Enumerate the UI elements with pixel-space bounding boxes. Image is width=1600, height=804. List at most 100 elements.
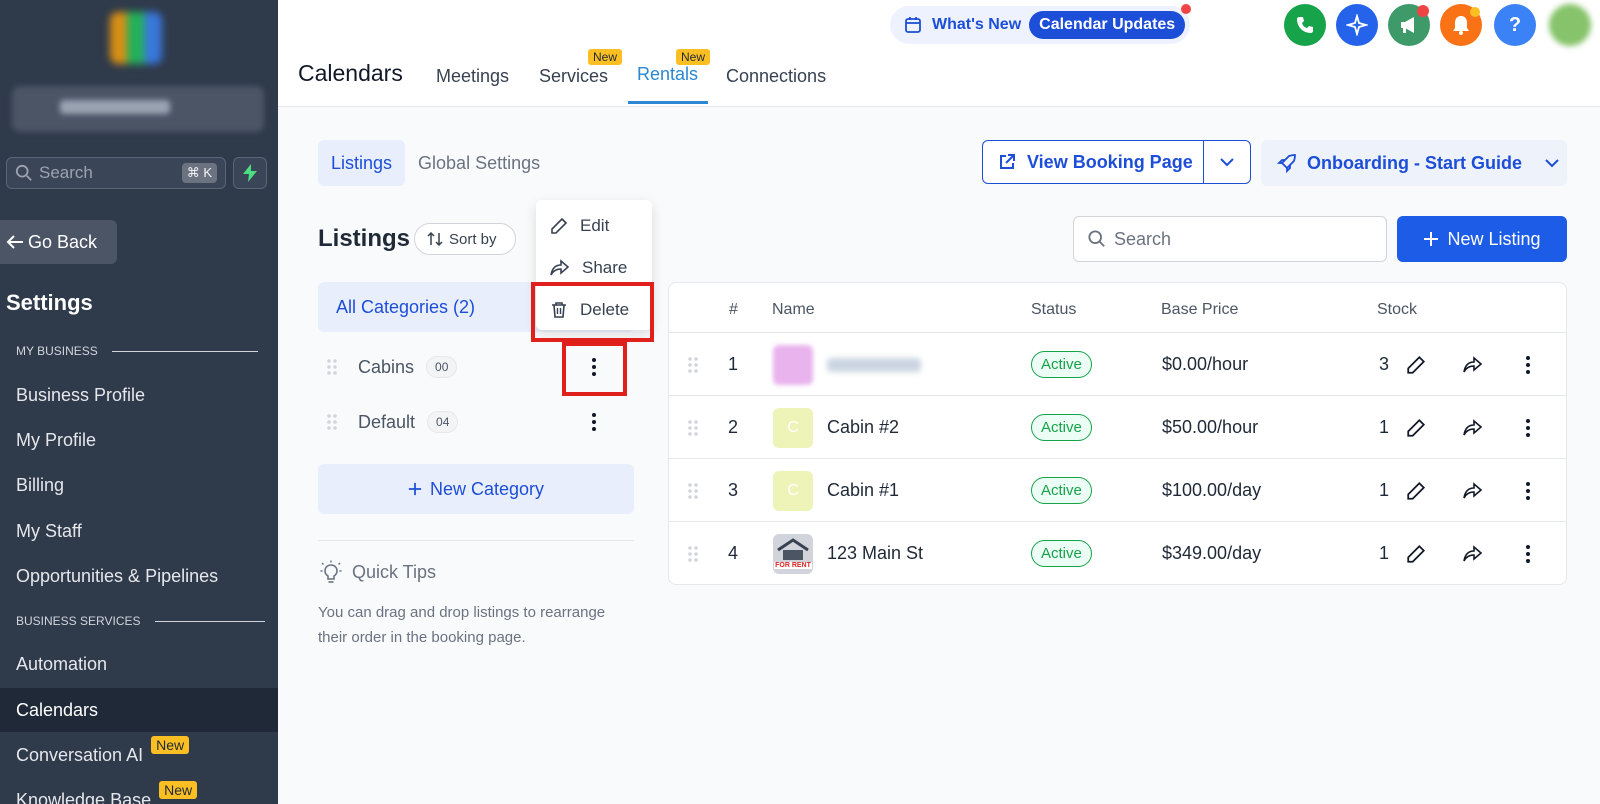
- view-booking-page-button[interactable]: View Booking Page: [982, 140, 1251, 184]
- drag-handle-icon[interactable]: [687, 418, 699, 438]
- listings-heading: Listings: [318, 225, 411, 252]
- stock-value: 1: [1379, 543, 1390, 563]
- new-category-label: New Category: [429, 478, 545, 499]
- new-badge: New: [588, 49, 623, 65]
- drag-handle-icon[interactable]: [326, 357, 338, 377]
- menu-item-share[interactable]: Share: [550, 258, 627, 278]
- account-switcher[interactable]: [12, 86, 264, 132]
- share-button[interactable]: [1463, 333, 1483, 396]
- sidebar-item-conversation-ai[interactable]: Conversation AI New: [0, 733, 278, 777]
- onboarding-guide-button[interactable]: Onboarding - Start Guide: [1261, 140, 1567, 186]
- base-price: $100.00/day: [1162, 480, 1262, 500]
- drag-handle-icon[interactable]: [687, 355, 699, 375]
- row-number: 2: [728, 417, 739, 437]
- quick-tips-heading: Quick Tips: [320, 560, 436, 584]
- row-number: 1: [728, 354, 739, 374]
- table-row[interactable]: 4 FOR RENT 123 Main St Active $349.00/da…: [669, 521, 1566, 584]
- share-icon: [1463, 481, 1483, 498]
- tab-services[interactable]: Services: [539, 66, 608, 87]
- go-back-button[interactable]: Go Back: [0, 220, 117, 264]
- quick-tips-title: Quick Tips: [352, 561, 437, 582]
- sidebar-search[interactable]: Search ⌘ K: [6, 157, 226, 189]
- share-button[interactable]: [1463, 396, 1483, 459]
- help-icon: ?: [1508, 13, 1522, 36]
- drag-handle-icon[interactable]: [687, 544, 699, 564]
- arrow-left-icon: [6, 235, 23, 249]
- category-default-more-button[interactable]: [584, 407, 604, 437]
- for-rent-sign: FOR RENT: [774, 562, 812, 569]
- share-button[interactable]: [1463, 522, 1483, 584]
- sidebar-item-label: Knowledge Base: [16, 789, 152, 804]
- share-button[interactable]: [1463, 459, 1483, 522]
- listings-table: # Name Status Base Price Stock 1 Active …: [668, 282, 1567, 585]
- category-count: 04: [427, 411, 459, 433]
- calendar-updates-pill[interactable]: Calendar Updates: [1029, 11, 1186, 39]
- drag-handle-icon[interactable]: [326, 412, 338, 432]
- row-more-button[interactable]: [1525, 459, 1531, 522]
- row-more-button[interactable]: [1525, 522, 1531, 584]
- stock-value: 1: [1379, 417, 1390, 437]
- sidebar-item-my-profile[interactable]: My Profile: [0, 418, 278, 462]
- tab-connections[interactable]: Connections: [726, 66, 826, 87]
- subtabs: Listings Global Settings: [318, 140, 553, 186]
- column-header-name[interactable]: Name: [772, 301, 815, 319]
- section-business-services: BUSINESS SERVICES: [16, 614, 265, 628]
- sidebar-item-knowledge-base[interactable]: Knowledge Base New: [0, 778, 278, 804]
- new-listing-button[interactable]: New Listing: [1397, 216, 1567, 262]
- more-vertical-icon: [1526, 544, 1530, 563]
- sidebar-item-automation[interactable]: Automation: [0, 642, 278, 686]
- settings-title: Settings: [6, 290, 93, 315]
- sidebar-item-label: Opportunities & Pipelines: [16, 565, 219, 586]
- sidebar-item-billing[interactable]: Billing: [0, 463, 278, 507]
- status-badge: Active: [1031, 540, 1092, 567]
- avatar[interactable]: [1549, 4, 1591, 46]
- table-row[interactable]: 3 C Cabin #1 Active $100.00/day 1: [669, 458, 1566, 522]
- edit-button[interactable]: [1406, 522, 1426, 584]
- bell-icon: [1453, 16, 1469, 35]
- more-vertical-icon: [1526, 481, 1530, 500]
- edit-button[interactable]: [1406, 333, 1426, 396]
- sidebar-item-label: Automation: [16, 653, 108, 674]
- search-shortcut: ⌘ K: [181, 163, 217, 183]
- tab-global-settings[interactable]: Global Settings: [405, 140, 553, 186]
- column-header-status[interactable]: Status: [1031, 301, 1076, 319]
- share-icon: [1463, 544, 1483, 561]
- sidebar-item-opportunities[interactable]: Opportunities & Pipelines: [0, 554, 278, 598]
- listings-search-input[interactable]: Search: [1073, 216, 1387, 262]
- new-badge: New: [676, 49, 711, 65]
- quick-action-button[interactable]: [233, 157, 267, 189]
- row-more-button[interactable]: [1525, 333, 1531, 396]
- sidebar-item-calendars[interactable]: Calendars: [0, 688, 278, 732]
- help-button[interactable]: ?: [1494, 4, 1536, 46]
- sidebar-item-my-staff[interactable]: My Staff: [0, 509, 278, 553]
- sidebar-item-business-profile[interactable]: Business Profile: [0, 373, 278, 417]
- view-booking-dropdown[interactable]: [1204, 157, 1250, 167]
- app-logo: [110, 12, 162, 64]
- sort-by-button[interactable]: Sort by: [414, 223, 516, 255]
- edit-button[interactable]: [1406, 459, 1426, 522]
- page-title: Calendars: [298, 60, 403, 86]
- lightbulb-icon: [320, 560, 342, 583]
- listing-name-redacted: [827, 357, 921, 372]
- whats-new-banner[interactable]: What's New Calendar Updates: [890, 6, 1190, 44]
- sidebar-item-label: Business Profile: [16, 384, 146, 405]
- search-icon: [15, 164, 32, 181]
- phone-button[interactable]: [1284, 4, 1326, 46]
- table-row[interactable]: 1 Active $0.00/hour 3: [669, 332, 1566, 396]
- table-row[interactable]: 2 C Cabin #2 Active $50.00/hour 1: [669, 395, 1566, 459]
- menu-item-edit[interactable]: Edit: [550, 216, 609, 236]
- tab-rentals[interactable]: Rentals: [637, 64, 698, 85]
- divider: [111, 350, 258, 352]
- column-header-base-price[interactable]: Base Price: [1161, 301, 1238, 319]
- base-price: $50.00/hour: [1162, 417, 1259, 437]
- drag-handle-icon[interactable]: [687, 481, 699, 501]
- new-category-button[interactable]: New Category: [318, 464, 634, 514]
- quick-tips-text: You can drag and drop listings to rearra…: [318, 604, 606, 646]
- view-booking-page-main[interactable]: View Booking Page: [983, 141, 1204, 183]
- ai-sparkle-button[interactable]: [1336, 4, 1378, 46]
- edit-button[interactable]: [1406, 396, 1426, 459]
- row-more-button[interactable]: [1525, 396, 1531, 459]
- tab-meetings[interactable]: Meetings: [436, 66, 509, 87]
- column-header-stock[interactable]: Stock: [1377, 301, 1417, 319]
- tab-listings[interactable]: Listings: [318, 140, 406, 186]
